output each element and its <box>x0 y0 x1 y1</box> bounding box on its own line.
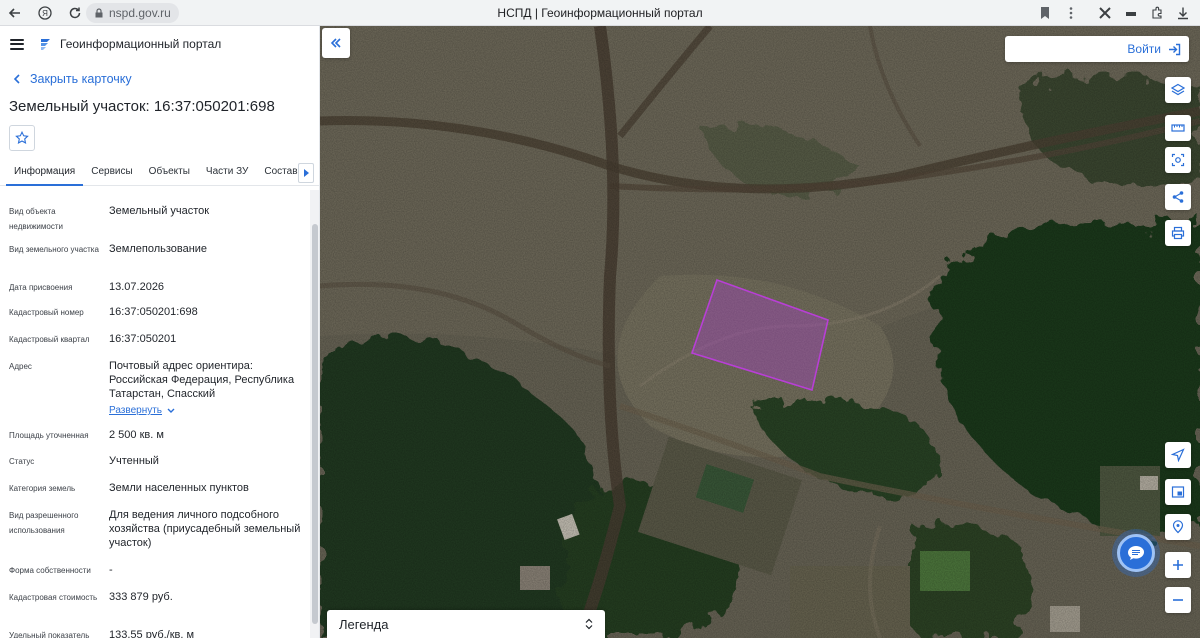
download-icon[interactable] <box>1172 2 1194 24</box>
portal-logo-icon <box>41 39 50 50</box>
property-value: 2 500 кв. м <box>109 429 164 441</box>
property-label: Вид разрешенного использования <box>9 511 79 535</box>
measure-button[interactable] <box>1165 115 1191 141</box>
panel-scrollbar[interactable] <box>310 190 319 638</box>
property-label: Кадастровый квартал <box>9 335 90 344</box>
card-tabs: Информация Сервисы Объекты Части ЗУ Сост… <box>0 160 319 186</box>
property-value: Землепользование <box>109 243 208 255</box>
zoom-out-button[interactable] <box>1165 587 1191 613</box>
select-area-button[interactable] <box>1165 147 1191 173</box>
portal-name: Геоинформационный портал <box>60 37 222 51</box>
property-label: Площадь уточненная <box>9 431 89 440</box>
page-title: НСПД | Геоинформационный портал <box>497 6 703 20</box>
share-button[interactable] <box>1165 184 1191 210</box>
property-value: 16:37:050201:698 <box>109 306 198 318</box>
legend-panel[interactable]: Легенда <box>327 610 605 638</box>
select-area-icon <box>1171 153 1185 167</box>
property-label: Вид земельного участка <box>9 245 99 254</box>
svg-text:Я: Я <box>42 9 48 18</box>
chat-button[interactable] <box>1117 534 1155 572</box>
caret-right-icon <box>304 169 309 177</box>
zoom-in-icon <box>1173 560 1183 570</box>
property-label: Категория земель <box>9 484 76 493</box>
hamburger-menu-icon[interactable] <box>10 38 24 50</box>
share-icon <box>1172 191 1184 203</box>
close-card-label: Закрыть карточку <box>30 72 132 86</box>
puzzle-icon[interactable] <box>1146 2 1168 24</box>
chat-icon <box>1128 546 1144 560</box>
pin-button[interactable] <box>1165 514 1191 540</box>
property-label: Вид объекта недвижимости <box>9 207 63 231</box>
chevron-down-icon <box>167 408 175 413</box>
minimap-icon <box>1171 486 1185 498</box>
chevron-left-icon <box>13 74 20 84</box>
tab-info[interactable]: Информация <box>6 160 84 186</box>
favorite-button[interactable] <box>9 125 35 151</box>
satellite-imagery <box>320 26 1200 638</box>
property-value: Земельный участок <box>109 205 210 217</box>
extension-icon[interactable] <box>1094 2 1116 24</box>
minimap-button[interactable] <box>1165 479 1191 505</box>
close-card-link[interactable]: Закрыть карточку <box>12 72 132 86</box>
legend-label: Легенда <box>339 616 389 632</box>
scrollbar-thumb[interactable] <box>312 224 318 624</box>
lock-icon <box>95 8 103 18</box>
print-button[interactable] <box>1165 220 1191 246</box>
map-view[interactable]: Войти Легенда <box>320 26 1200 638</box>
tab-parts[interactable]: Части ЗУ <box>198 160 256 186</box>
property-value: 16:37:050201 <box>109 333 177 345</box>
property-value: Земли населенных пунктов <box>109 482 249 494</box>
property-value: Учтенный <box>109 455 159 467</box>
locate-icon <box>1171 448 1185 462</box>
yandex-icon[interactable]: Я <box>34 2 56 24</box>
property-label: Кадастровая стоимость <box>9 593 98 602</box>
bookmark-icon[interactable] <box>1034 2 1056 24</box>
tabs-scroll-right-button[interactable] <box>298 163 314 183</box>
ruler-icon <box>1171 124 1185 132</box>
zoom-out-icon <box>1173 599 1183 601</box>
login-button[interactable]: Войти <box>1005 36 1189 62</box>
reload-icon[interactable] <box>64 2 86 24</box>
pin-icon <box>1172 520 1184 534</box>
layers-button[interactable] <box>1165 77 1191 103</box>
url-text: nspd.gov.ru <box>109 6 171 20</box>
print-icon <box>1171 226 1185 240</box>
tab-services[interactable]: Сервисы <box>83 160 140 186</box>
hat-icon[interactable] <box>1120 2 1142 24</box>
property-label: Адрес <box>9 362 32 371</box>
property-label: Статус <box>9 457 35 466</box>
double-chevron-left-icon <box>330 38 341 48</box>
browser-toolbar: Я nspd.gov.ru НСПД | Геоинформационный п… <box>0 0 1200 26</box>
expand-collapse-icon <box>585 618 593 630</box>
property-value: Для ведения личного подсобного хозяйства… <box>109 509 301 549</box>
property-label: Форма собственности <box>9 566 91 575</box>
back-icon[interactable] <box>4 2 26 24</box>
property-value: 133,55 руб./кв. м <box>109 629 195 638</box>
tab-objects[interactable]: Объекты <box>141 160 198 186</box>
property-value: 333 879 руб. <box>109 591 173 603</box>
address-text: Почтовый адрес ориентира: Российская Фед… <box>109 360 295 400</box>
locate-button[interactable] <box>1165 442 1191 468</box>
info-panel: Геоинформационный портал Закрыть карточк… <box>0 26 320 638</box>
property-value: - <box>109 564 113 576</box>
zoom-in-button[interactable] <box>1165 552 1191 578</box>
property-label: Дата присвоения <box>9 283 73 292</box>
address-bar[interactable]: nspd.gov.ru <box>86 3 179 23</box>
login-label: Войти <box>1127 42 1161 56</box>
property-value: 13.07.2026 <box>109 281 165 293</box>
star-icon <box>15 131 29 144</box>
sign-in-icon <box>1169 43 1181 55</box>
panel-header: Геоинформационный портал <box>0 26 319 62</box>
property-label: Кадастровый номер <box>9 308 84 317</box>
expand-address-link[interactable]: Развернуть <box>109 404 175 418</box>
layers-icon <box>1171 83 1185 96</box>
parcel-title: Земельный участок: 16:37:050201:698 <box>9 98 275 115</box>
expand-label: Развернуть <box>109 405 163 416</box>
property-label: Удельный показатель <box>9 631 90 638</box>
menu-dots-icon[interactable] <box>1060 2 1082 24</box>
property-value-address: Почтовый адрес ориентира: Российская Фед… <box>109 359 304 418</box>
collapse-panel-button[interactable] <box>322 28 350 58</box>
